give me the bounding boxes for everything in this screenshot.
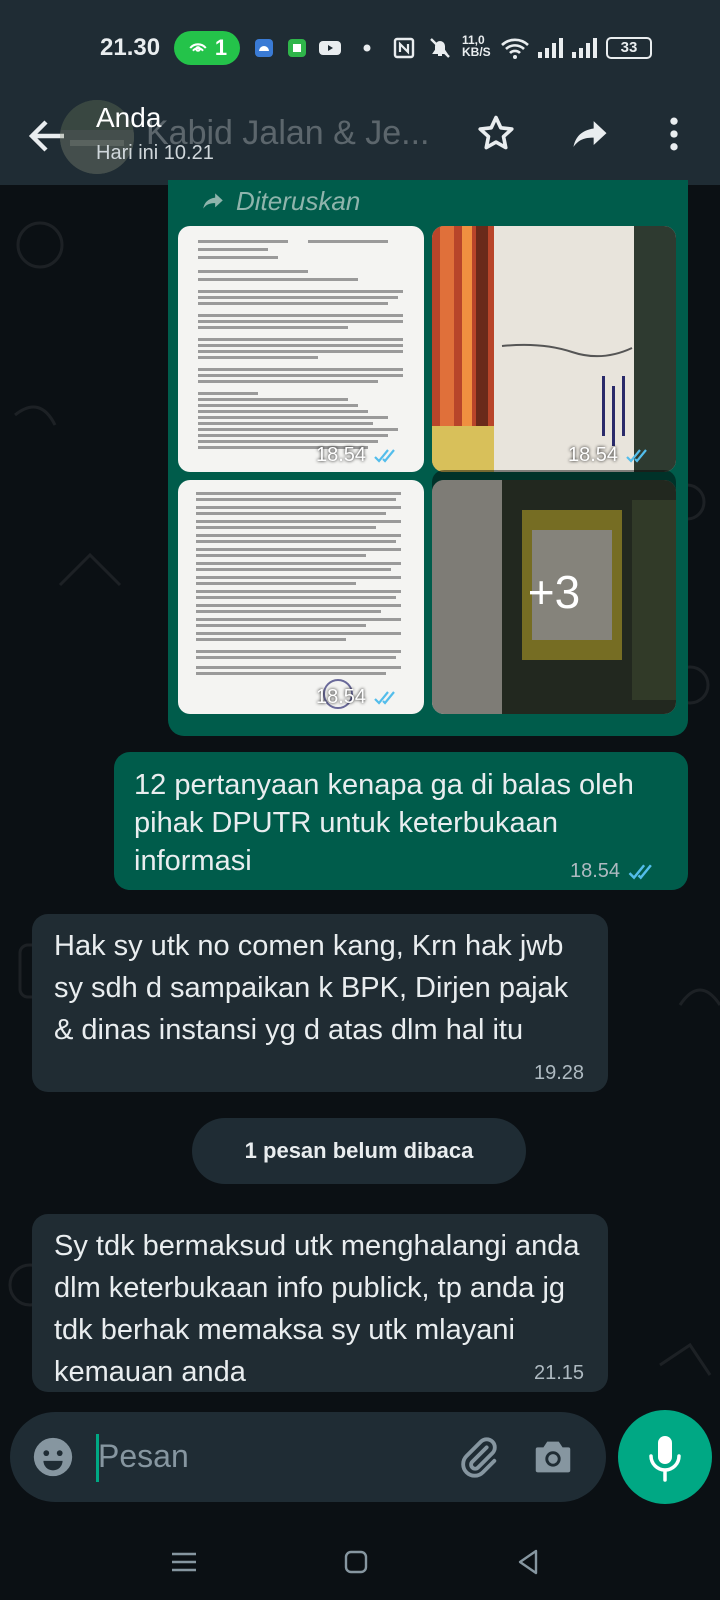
- signal-icon-2: [572, 38, 597, 58]
- attach-icon[interactable]: [456, 1434, 502, 1480]
- wifi-icon: [501, 38, 529, 59]
- chat-screen: 21.30 1 11,0 KB/S 33 Kabid Jalan & Je...…: [0, 0, 720, 1600]
- message-input-bar: Pesan: [10, 1412, 606, 1502]
- read-ticks-icon: [626, 448, 647, 463]
- voice-record-button[interactable]: [618, 1410, 712, 1504]
- status-time: 21.30: [100, 34, 161, 61]
- album-image-wall-photo[interactable]: [432, 226, 676, 472]
- read-ticks-icon: [628, 863, 652, 879]
- mute-icon: [430, 38, 450, 58]
- document-text-lines: [198, 240, 403, 449]
- message-datetime: Hari ini 10.21: [96, 142, 214, 164]
- home-nav-icon[interactable]: [336, 1542, 376, 1582]
- signal-icon: [538, 38, 563, 58]
- app-icon: [288, 39, 306, 57]
- more-vert-icon[interactable]: [652, 112, 696, 156]
- more-images-overlay[interactable]: +3: [432, 470, 676, 714]
- hotspot-badge: 1: [174, 31, 240, 65]
- star-icon[interactable]: [474, 112, 518, 156]
- back-nav-icon[interactable]: [508, 1542, 548, 1582]
- forward-icon[interactable]: [568, 112, 612, 156]
- forwarded-label: Diteruskan: [200, 186, 360, 217]
- read-ticks-icon: [374, 448, 395, 463]
- album-time-2: 18.54: [568, 444, 652, 467]
- incoming-message-text-2: Sy tdk bermaksud utk menghalangi anda dl…: [54, 1230, 580, 1388]
- dot-icon: [363, 44, 371, 52]
- system-nav-bar: [0, 1526, 720, 1600]
- battery-icon: 33: [606, 37, 652, 59]
- album-time-3: 18.54: [316, 686, 400, 709]
- incoming-message-text: Hak sy utk no comen kang, Krn hak jwb sy…: [54, 930, 569, 1046]
- album-time-1: 18.54: [316, 444, 400, 467]
- forwarded-icon: [203, 192, 223, 208]
- hotspot-icon: [189, 43, 207, 52]
- sender-name: Anda: [96, 102, 162, 133]
- camera-icon[interactable]: [530, 1434, 576, 1480]
- nfc-icon: [393, 37, 415, 59]
- incoming-message-time: 19.28: [534, 1062, 585, 1084]
- mic-icon: [649, 1436, 681, 1482]
- incoming-message-time-2: 21.15: [534, 1362, 585, 1384]
- hotspot-count: 1: [214, 35, 228, 60]
- emoji-icon[interactable]: [30, 1434, 76, 1480]
- unread-messages-divider: 1 pesan belum dibaca: [192, 1118, 526, 1184]
- wall-photo-illustration: [432, 226, 676, 472]
- android-icon: [255, 39, 273, 57]
- outgoing-message-time: 18.54: [570, 860, 658, 883]
- chat-header: Kabid Jalan & Je... Anda Hari ini 10.21: [0, 90, 720, 185]
- youtube-icon: [319, 41, 341, 55]
- document-text-lines: [196, 492, 401, 709]
- album-image-document-1[interactable]: [178, 226, 424, 472]
- status-bar: 21.30 1 11,0 KB/S 33: [0, 0, 720, 90]
- menu-nav-icon[interactable]: [164, 1542, 204, 1582]
- read-ticks-icon: [374, 690, 395, 705]
- message-input[interactable]: Pesan: [98, 1438, 189, 1475]
- net-speed: 11,0 KB/S: [462, 33, 491, 59]
- album-image-document-2[interactable]: [178, 480, 424, 714]
